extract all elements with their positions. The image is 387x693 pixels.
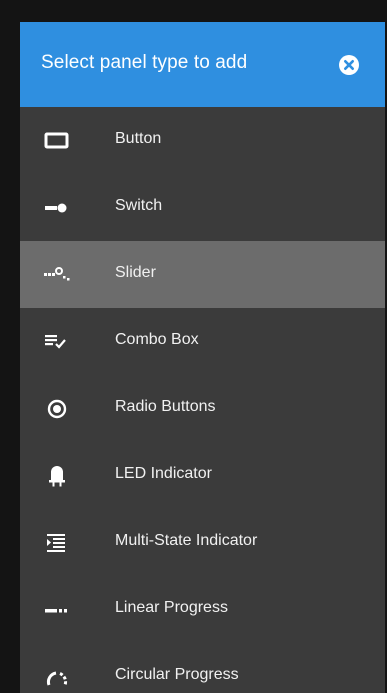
led-icon bbox=[42, 460, 72, 490]
panel-type-linear-progress[interactable]: Linear Progress bbox=[20, 576, 385, 643]
panel-type-multi-state-indicator[interactable]: Multi-State Indicator bbox=[20, 509, 385, 576]
panel-type-label: Combo Box bbox=[115, 331, 199, 348]
panel-type-label: LED Indicator bbox=[115, 465, 212, 482]
panel-type-label: Circular Progress bbox=[115, 666, 239, 683]
panel-type-label: Radio Buttons bbox=[115, 398, 216, 415]
linear-progress-icon bbox=[42, 594, 72, 624]
radio-button-icon bbox=[42, 393, 72, 423]
circular-progress-icon bbox=[42, 661, 72, 691]
panel-type-label: Multi-State Indicator bbox=[115, 532, 258, 549]
panel-type-slider[interactable]: Slider bbox=[20, 241, 385, 308]
combo-box-icon bbox=[42, 326, 72, 356]
switch-icon bbox=[42, 192, 72, 222]
button-icon bbox=[42, 125, 72, 155]
dialog-header: Select panel type to add bbox=[20, 22, 385, 107]
multi-state-indicator-icon bbox=[42, 527, 72, 557]
panel-type-label: Button bbox=[115, 130, 162, 147]
close-circle-icon bbox=[339, 55, 359, 75]
app-frame: Select panel type to add Button Switch S… bbox=[0, 0, 387, 693]
panel-type-radio-buttons[interactable]: Radio Buttons bbox=[20, 375, 385, 442]
panel-type-dialog: Select panel type to add Button Switch S… bbox=[20, 22, 385, 693]
panel-type-combo-box[interactable]: Combo Box bbox=[20, 308, 385, 375]
panel-type-label: Slider bbox=[115, 264, 156, 281]
panel-type-circular-progress[interactable]: Circular Progress bbox=[20, 643, 385, 693]
dialog-title: Select panel type to add bbox=[41, 52, 248, 73]
panel-type-button[interactable]: Button bbox=[20, 107, 385, 174]
slider-icon bbox=[42, 259, 72, 289]
panel-type-label: Linear Progress bbox=[115, 599, 228, 616]
panel-type-label: Switch bbox=[115, 197, 163, 214]
panel-type-switch[interactable]: Switch bbox=[20, 174, 385, 241]
close-button[interactable] bbox=[339, 55, 359, 75]
panel-type-led-indicator[interactable]: LED Indicator bbox=[20, 442, 385, 509]
